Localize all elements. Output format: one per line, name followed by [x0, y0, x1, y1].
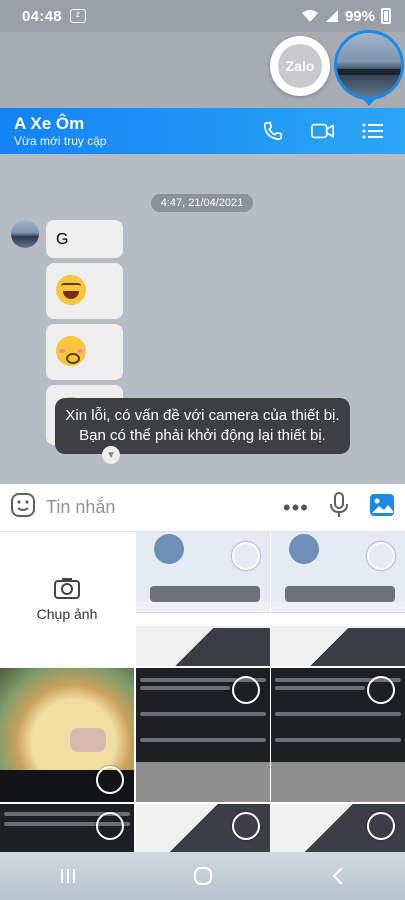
image-icon[interactable] [369, 493, 395, 522]
gallery-thumbnail[interactable] [136, 532, 270, 666]
camera-icon [54, 578, 80, 599]
system-nav-bar [0, 852, 405, 900]
select-circle[interactable] [367, 676, 395, 704]
recents-icon[interactable] [48, 861, 88, 891]
phone-icon[interactable] [261, 120, 285, 142]
chat-head-pointer [362, 98, 376, 106]
back-icon[interactable] [318, 861, 358, 891]
pleading-face-emoji-icon [56, 336, 86, 366]
microphone-icon[interactable] [329, 491, 349, 524]
gallery-thumbnail[interactable] [136, 668, 270, 802]
battery-percent: 99% [344, 7, 375, 25]
select-circle[interactable] [96, 812, 124, 840]
camera-error-toast: Xin lỗi, có vấn đề với camera của thiết … [55, 398, 350, 454]
message-bubble-emoji[interactable] [46, 263, 123, 319]
gallery-thumbnail[interactable] [0, 804, 134, 852]
battery-icon [381, 8, 391, 24]
select-circle[interactable] [232, 812, 260, 840]
message-input[interactable]: Tin nhắn [46, 497, 283, 518]
photo-gallery: Chụp ảnh [0, 532, 405, 852]
message-text: G [56, 231, 69, 248]
take-photo-button[interactable]: Chụp ảnh [0, 532, 134, 666]
contact-chat-head-avatar[interactable] [334, 30, 404, 100]
gallery-thumbnail[interactable] [271, 668, 405, 802]
status-right: 99% [301, 8, 391, 25]
select-circle[interactable] [96, 766, 124, 794]
signal-icon [325, 10, 338, 22]
select-circle[interactable] [232, 542, 260, 570]
contact-name: A Xe Ôm [14, 113, 85, 133]
status-time: 04:48 [22, 7, 62, 25]
chat-header: A Xe Ôm Vừa mới truy cập [0, 108, 405, 154]
wifi-icon [301, 10, 318, 22]
take-photo-label: Chụp ảnh [36, 606, 98, 622]
contact-info[interactable]: A Xe Ôm Vừa mới truy cập [14, 114, 261, 149]
sticker-icon[interactable] [10, 492, 36, 523]
zalo-chat-head[interactable]: Zalo [270, 36, 330, 96]
zalo-logo-icon: Zalo [278, 44, 322, 88]
contact-status: Vừa mới truy cập [14, 133, 107, 148]
more-icon[interactable]: ••• [283, 495, 309, 521]
zalo-notification-icon: Z [69, 9, 86, 23]
video-call-icon[interactable] [311, 120, 335, 142]
gallery-thumbnail[interactable] [0, 668, 134, 802]
select-circle[interactable] [367, 542, 395, 570]
status-bar: 04:48 Z 99% [0, 0, 405, 32]
gallery-thumbnail[interactable] [271, 804, 405, 852]
gallery-thumbnail[interactable] [136, 804, 270, 852]
message-input-bar: Tin nhắn ••• [0, 484, 405, 532]
home-icon[interactable] [183, 861, 223, 891]
menu-list-icon[interactable] [361, 120, 385, 142]
message-timestamp: 4:47, 21/04/2021 [151, 194, 253, 212]
message-bubble-emoji[interactable] [46, 324, 123, 380]
laughing-tears-emoji-icon [56, 275, 86, 305]
gallery-thumbnail[interactable] [271, 532, 405, 666]
message-bubble[interactable]: G [46, 220, 123, 258]
chevron-down-icon[interactable]: ▼ [102, 446, 120, 464]
avatar[interactable] [11, 220, 39, 248]
select-circle[interactable] [232, 676, 260, 704]
select-circle[interactable] [367, 812, 395, 840]
